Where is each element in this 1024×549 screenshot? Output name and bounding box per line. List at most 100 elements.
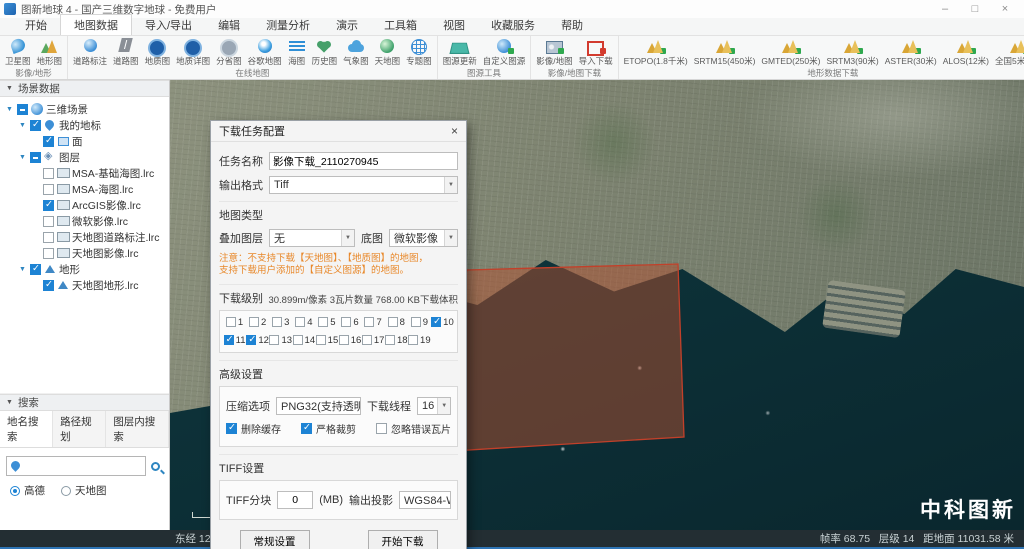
- ribbon-button-自定义图源[interactable]: 自定义图源: [480, 38, 529, 67]
- tree-item-MSA-基础海图.lrc[interactable]: MSA-基础海图.lrc: [0, 165, 169, 181]
- menu-tab-编辑[interactable]: 编辑: [205, 15, 253, 35]
- menu-tab-地图数据[interactable]: 地图数据: [60, 14, 132, 35]
- menu-tab-开始[interactable]: 开始: [12, 15, 60, 35]
- checkbox-unchecked[interactable]: [295, 317, 305, 327]
- ribbon-button-卫星图[interactable]: 卫星图: [2, 38, 34, 67]
- level-13-checkbox[interactable]: 13: [269, 335, 292, 346]
- ribbon-button-全国5米地形[interactable]: 全国5米地形: [992, 38, 1024, 67]
- tree-item-ArcGIS影像.lrc[interactable]: ArcGIS影像.lrc: [0, 197, 169, 213]
- ribbon-button-影像/地图[interactable]: 影像/地图: [533, 38, 575, 67]
- maximize-button[interactable]: □: [960, 0, 990, 18]
- checkbox-partial[interactable]: [30, 152, 41, 163]
- ribbon-button-地质详图[interactable]: 地质详图: [173, 38, 213, 67]
- tree-item-微软影像.lrc[interactable]: 微软影像.lrc: [0, 213, 169, 229]
- level-12-checkbox[interactable]: 12: [246, 335, 269, 346]
- level-15-checkbox[interactable]: 15: [315, 335, 338, 346]
- thread-count-select[interactable]: 16 ▼: [417, 397, 451, 415]
- ribbon-button-道路标注[interactable]: 道路标注: [70, 38, 110, 67]
- general-settings-button[interactable]: 常规设置: [240, 530, 310, 549]
- checkbox-unchecked[interactable]: [385, 335, 395, 345]
- basemap-select[interactable]: 微软影像 ▼: [389, 229, 458, 247]
- expander-icon[interactable]: ▼: [5, 106, 14, 113]
- ribbon-button-SRTM3(90米)[interactable]: SRTM3(90米): [823, 38, 881, 67]
- checkbox-checked[interactable]: [43, 280, 54, 291]
- ribbon-button-地形图[interactable]: 地形图: [34, 38, 66, 67]
- task-name-input[interactable]: [269, 152, 458, 170]
- checkbox-checked[interactable]: [30, 264, 41, 275]
- menu-tab-演示[interactable]: 演示: [323, 15, 371, 35]
- checkbox-unchecked[interactable]: [293, 335, 303, 345]
- level-6-checkbox[interactable]: 6: [339, 317, 362, 328]
- level-5-checkbox[interactable]: 5: [315, 317, 338, 328]
- ribbon-button-道路图[interactable]: 道路图: [110, 38, 142, 67]
- checkbox-unchecked[interactable]: [339, 335, 349, 345]
- checkbox-checked[interactable]: [246, 335, 256, 345]
- expander-icon[interactable]: ▼: [18, 266, 27, 273]
- ribbon-button-ASTER(30米)[interactable]: ASTER(30米): [882, 38, 940, 67]
- tree-item-图层[interactable]: ▼图层: [0, 149, 169, 165]
- checkbox-unchecked[interactable]: [376, 423, 387, 434]
- menu-tab-收藏服务[interactable]: 收藏服务: [478, 15, 548, 35]
- checkbox-checked[interactable]: [43, 136, 54, 147]
- tree-item-天地图影像.lrc[interactable]: 天地图影像.lrc: [0, 245, 169, 261]
- checkbox-checked[interactable]: [43, 200, 54, 211]
- ribbon-button-海图[interactable]: 海图: [285, 38, 309, 67]
- menu-tab-导入/导出[interactable]: 导入/导出: [132, 15, 205, 35]
- level-2-checkbox[interactable]: 2: [246, 317, 269, 328]
- radio-天地图[interactable]: 天地图: [61, 483, 107, 498]
- level-10-checkbox[interactable]: 10: [431, 317, 454, 328]
- ribbon-button-GMTED(250米)[interactable]: GMTED(250米): [758, 38, 823, 67]
- ribbon-button-专题图[interactable]: 专题图: [403, 38, 435, 67]
- checkbox-unchecked[interactable]: [43, 248, 54, 259]
- search-tab-地名搜索[interactable]: 地名搜索: [0, 411, 53, 447]
- menu-tab-视图[interactable]: 视图: [430, 15, 478, 35]
- checkbox-unchecked[interactable]: [362, 335, 372, 345]
- expander-icon[interactable]: ▼: [18, 154, 27, 161]
- checkbox-unchecked[interactable]: [43, 232, 54, 243]
- checkbox-忽略错误瓦片[interactable]: 忽略错误瓦片: [376, 421, 451, 436]
- checkbox-unchecked[interactable]: [316, 335, 326, 345]
- search-tab-路径规划[interactable]: 路径规划: [53, 411, 106, 447]
- level-9-checkbox[interactable]: 9: [408, 317, 431, 328]
- checkbox-unchecked[interactable]: [318, 317, 328, 327]
- level-8-checkbox[interactable]: 8: [385, 317, 408, 328]
- ribbon-button-谷歌地图[interactable]: 谷歌地图: [245, 38, 285, 67]
- tree-item-面[interactable]: 面: [0, 133, 169, 149]
- checkbox-unchecked[interactable]: [341, 317, 351, 327]
- close-button[interactable]: ×: [990, 0, 1020, 18]
- level-1-checkbox[interactable]: 1: [223, 317, 246, 328]
- level-19-checkbox[interactable]: 19: [408, 335, 431, 346]
- ribbon-button-ETOPO(1.8千米)[interactable]: ETOPO(1.8千米): [621, 38, 691, 67]
- ribbon-button-分省图[interactable]: 分省图: [213, 38, 245, 67]
- menu-tab-帮助[interactable]: 帮助: [548, 15, 596, 35]
- minimize-button[interactable]: –: [930, 0, 960, 18]
- checkbox-unchecked[interactable]: [43, 168, 54, 179]
- search-tab-图层内搜索[interactable]: 图层内搜索: [106, 411, 169, 447]
- ribbon-button-ALOS(12米)[interactable]: ALOS(12米): [940, 38, 992, 67]
- tiff-block-input[interactable]: [277, 491, 313, 509]
- menu-tab-测量分析[interactable]: 测量分析: [253, 15, 323, 35]
- tree-item-天地图道路标注.lrc[interactable]: 天地图道路标注.lrc: [0, 229, 169, 245]
- compression-select[interactable]: PNG32(支持透明) ▼: [276, 397, 361, 415]
- ribbon-button-气象图[interactable]: 气象图: [340, 38, 372, 67]
- tree-item-我的地标[interactable]: ▼我的地标: [0, 117, 169, 133]
- projection-select[interactable]: WGS84-WEB墨卡托 ▼: [399, 491, 451, 509]
- level-17-checkbox[interactable]: 17: [362, 335, 385, 346]
- checkbox-partial[interactable]: [17, 104, 28, 115]
- checkbox-unchecked[interactable]: [269, 335, 279, 345]
- dialog-close-icon[interactable]: ×: [451, 125, 458, 137]
- checkbox-unchecked[interactable]: [411, 317, 421, 327]
- checkbox-checked[interactable]: [431, 317, 441, 327]
- checkbox-unchecked[interactable]: [43, 216, 54, 227]
- level-18-checkbox[interactable]: 18: [385, 335, 408, 346]
- ribbon-button-历史图[interactable]: 历史图: [309, 38, 341, 67]
- checkbox-unchecked[interactable]: [388, 317, 398, 327]
- tree-item-地形[interactable]: ▼地形: [0, 261, 169, 277]
- level-3-checkbox[interactable]: 3: [269, 317, 292, 328]
- level-7-checkbox[interactable]: 7: [362, 317, 385, 328]
- search-icon[interactable]: [151, 462, 160, 471]
- overlay-layer-select[interactable]: 无 ▼: [269, 229, 355, 247]
- tree-item-三维场景[interactable]: ▼三维场景: [0, 101, 169, 117]
- ribbon-button-导入下载[interactable]: 导入下载: [576, 38, 616, 67]
- menu-tab-工具箱[interactable]: 工具箱: [371, 15, 430, 35]
